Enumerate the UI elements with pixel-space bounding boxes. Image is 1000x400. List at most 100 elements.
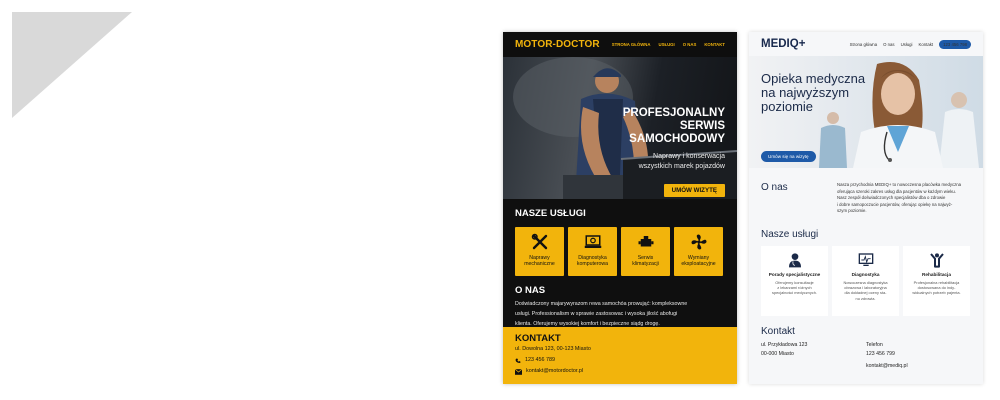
nav-item-contact[interactable]: Kontakt xyxy=(919,42,934,47)
person-arms-up-icon xyxy=(929,253,944,268)
contact-heading: Kontakt xyxy=(761,325,795,337)
service-description: Oferujemy konsultacje z lekarzami różnyc… xyxy=(768,280,821,296)
phone-button[interactable]: 123 456 798 xyxy=(939,39,971,49)
contact-section: KONTAKT ul. Dowolna 123, 00-123 Miasto 1… xyxy=(503,327,737,384)
phone-text[interactable]: 123 456 799 xyxy=(866,350,971,359)
contact-address: ul. Dowolna 123, 00-123 Miasto xyxy=(515,344,725,355)
hero-title-line: PROFESJONALNY xyxy=(622,107,725,119)
service-card-rehabilitation[interactable]: Rehabilitacja Profesjonalna rehabilitacj… xyxy=(903,245,970,316)
service-label: Wymiany eksploatacyjne xyxy=(681,255,715,267)
book-visit-button[interactable]: UMÓW WIZYTĘ xyxy=(663,184,725,197)
nav-item-about[interactable]: O nas xyxy=(883,42,894,47)
about-line: oferująca szeroki zakres usług dla pacje… xyxy=(837,188,956,194)
hero-banner: Opieka medyczna na najwyższym poziomie U… xyxy=(749,56,983,168)
hero-text: PROFESJONALNY SERWIS SAMOCHODOWY Naprawy… xyxy=(623,107,725,197)
hero-subtitle: Naprawy i konserwacja wszystkich marek p… xyxy=(623,152,725,172)
hero-title-line: SERWIS xyxy=(679,120,725,132)
service-title: Rehabilitacja xyxy=(922,271,951,277)
about-line: Nasz zespół doświadczonych specjalistów … xyxy=(837,195,946,201)
service-card-diagnostics[interactable]: Diagnostyka komputerowa xyxy=(568,227,617,276)
hero-title: PROFESJONALNY SERWIS SAMOCHODOWY xyxy=(623,107,725,146)
service-card-ac[interactable]: Serwis klimatyzacji xyxy=(621,227,670,276)
address-line: ul. Przykładowa 123 xyxy=(761,341,808,348)
about-heading: O NAS xyxy=(515,285,546,296)
nav-item-services[interactable]: Usługi xyxy=(901,42,913,47)
service-card-replacements[interactable]: Wymiany eksploatacyjne xyxy=(674,227,723,276)
service-description: Nowoczesna diagnostyka obrazowa i labora… xyxy=(839,280,891,301)
contact-phone-email: Telefon 123 456 799 kontakt@mediq.pl xyxy=(866,341,971,371)
hero-title-line: SAMOCHODOWY xyxy=(629,133,725,145)
contact-email[interactable]: kontakt@motordoctor.pl xyxy=(515,366,725,377)
page-curl-decoration xyxy=(12,12,132,118)
service-description-line: nu zdrowia. xyxy=(855,295,876,301)
about-line: i dobre samopoczucie pacjentów, oferując… xyxy=(837,201,953,207)
about-text: Doświadczony majarywyrazom rewa samochóa… xyxy=(503,296,737,329)
nav-item-contact[interactable]: KONTAKT xyxy=(704,42,725,47)
hero-banner: PROFESJONALNY SERWIS SAMOCHODOWY Naprawy… xyxy=(503,57,737,199)
nav-item-home[interactable]: STRONA GŁÓWNA xyxy=(612,42,651,47)
about-line: szym poziomie. xyxy=(837,208,867,214)
email-text: kontakt@motordoctor.pl xyxy=(526,368,584,374)
service-label: Naprawy mechaniczne xyxy=(524,255,555,267)
about-line: Doświadczony majarywyrazom rewa samochóa… xyxy=(515,301,688,307)
contact-section: ul. Przykładowa 123 00-000 Miasto Telefo… xyxy=(749,341,983,371)
service-label: Serwis klimatyzacji xyxy=(632,255,659,267)
fan-icon xyxy=(691,234,706,250)
services-grid: Naprawy mechaniczne Diagnostyka komputerow… xyxy=(503,219,737,276)
nav-menu: Strona główna O nas Usługi Kontakt 123 4… xyxy=(850,39,971,49)
monitor-chart-icon xyxy=(858,253,873,266)
site-logo[interactable]: MOTOR-DOCTOR xyxy=(515,39,600,50)
services-heading: Nasze usługi xyxy=(761,228,819,240)
contact-phone[interactable]: 123 456 789 xyxy=(515,355,725,366)
hero-title: Opieka medyczna na najwyższym poziomie xyxy=(761,72,865,114)
screenshot-canvas: MOTOR-DOCTOR STRONA GŁÓWNA USŁUGI O NAS … xyxy=(0,0,1000,400)
about-text: Nasza przychodnia MEDIQ+ to nowoczesna p… xyxy=(837,182,971,215)
contact-heading: KONTAKT xyxy=(515,333,561,344)
about-line: Nasza przychodnia MEDIQ+ to nowoczesna p… xyxy=(837,182,962,187)
nav-item-services[interactable]: USŁUGI xyxy=(658,42,674,47)
hero-subtitle-line: Naprawy i konserwacja xyxy=(653,153,725,160)
engine-icon xyxy=(638,236,653,247)
hero-subtitle-line: wszystkich marek pojazdów xyxy=(638,163,725,170)
service-label-line: eksploatacyjne xyxy=(681,261,716,267)
service-description-line: widualnych potrzeb pajenta. xyxy=(912,290,961,296)
service-card-mechanical[interactable]: Naprawy mechaniczne xyxy=(515,227,564,276)
service-card-diagnostics[interactable]: Diagnostyka Nowoczesna diagnostyka obraz… xyxy=(832,245,899,316)
service-label: Diagnostyka komputerowa xyxy=(577,255,608,267)
services-heading: NASZE USŁUGI xyxy=(515,208,586,219)
address-line: 00-000 Miasto xyxy=(761,350,794,357)
tools-icon xyxy=(531,233,547,250)
phone-label: Telefon xyxy=(866,341,883,348)
phone-text: 123 456 789 xyxy=(525,357,555,363)
about-heading: O nas xyxy=(761,182,788,193)
doctor-icon xyxy=(788,253,801,268)
address-text: ul. Dowolna 123, 00-123 Miasto xyxy=(515,346,591,352)
service-label-line: komputerowa xyxy=(576,261,609,267)
service-card-consultations[interactable]: Porady specjalistyczne Oferujemy konsult… xyxy=(761,245,828,316)
service-title: Porady specjalistyczne xyxy=(768,271,821,277)
laptop-diagnostics-icon xyxy=(584,235,601,248)
service-label-line: mechaniczne xyxy=(524,261,555,267)
about-line: usługi. Professionalism w sprawie zastos… xyxy=(515,311,678,317)
service-description-line: specjalności medycznych. xyxy=(772,290,817,296)
hero-title-line: poziomie xyxy=(761,99,814,114)
service-description: Profesjonalna rehabilitacja dostosowana … xyxy=(908,280,964,296)
nav-item-about[interactable]: O NAS xyxy=(683,42,697,47)
hero-title-line: Opieka medyczna xyxy=(761,71,866,86)
nav-menu: STRONA GŁÓWNA USŁUGI O NAS KONTAKT xyxy=(612,42,725,47)
header-nav: MOTOR-DOCTOR STRONA GŁÓWNA USŁUGI O NAS … xyxy=(503,32,737,57)
book-appointment-button[interactable]: Umów się na wizytę xyxy=(761,151,816,162)
mail-icon xyxy=(515,368,522,375)
nav-item-home[interactable]: Strona główna xyxy=(850,42,877,47)
service-title: Diagnostyka xyxy=(851,271,880,277)
phone-icon xyxy=(515,358,521,363)
services-grid: Porady specjalistyczne Oferujemy konsult… xyxy=(749,245,983,316)
service-label-line: klimatyzacji xyxy=(632,261,659,267)
about-section: O nas Nasza przychodnia MEDIQ+ to nowocz… xyxy=(749,168,983,215)
email-text[interactable]: kontakt@mediq.pl xyxy=(866,362,971,371)
motor-doctor-website-preview: MOTOR-DOCTOR STRONA GŁÓWNA USŁUGI O NAS … xyxy=(503,32,737,384)
header-nav: MEDIQ+ Strona główna O nas Usługi Kontak… xyxy=(749,32,983,56)
mediq-website-preview: MEDIQ+ Strona główna O nas Usługi Kontak… xyxy=(749,32,983,384)
site-logo[interactable]: MEDIQ+ xyxy=(761,38,805,50)
service-description-line: dla dokładnej oceny sta- xyxy=(844,290,887,296)
